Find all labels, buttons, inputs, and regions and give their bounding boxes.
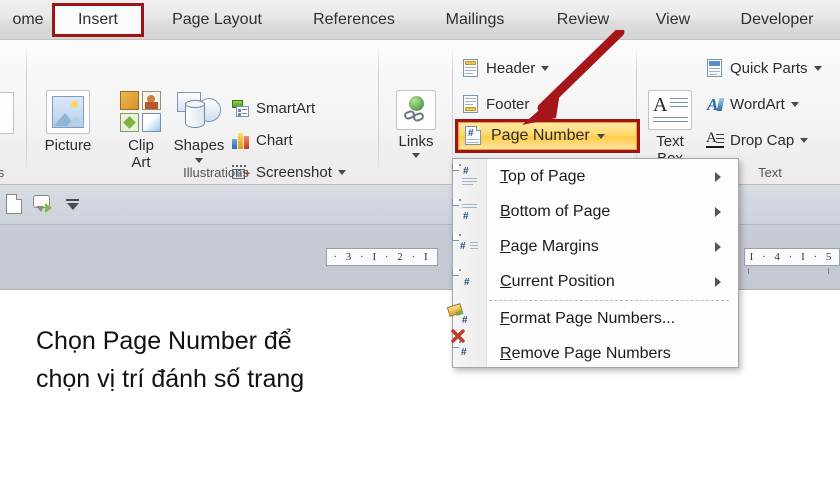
drop-cap-label: Drop Cap: [730, 131, 795, 149]
links-icon: [396, 90, 436, 130]
group-divider: [26, 46, 27, 174]
header-label: Header: [486, 59, 536, 77]
menu-item-top-of-page[interactable]: # Top of Page: [452, 159, 739, 194]
tab-review[interactable]: Review: [542, 6, 624, 34]
remove-page-numbers-icon: #: [451, 328, 483, 367]
chart-label: Chart: [256, 131, 293, 149]
drop-cap-button[interactable]: A Drop Cap: [706, 128, 809, 152]
wordart-dropdown-arrow[interactable]: [790, 101, 799, 107]
word-window: ome Insert Page Layout References Mailin…: [0, 0, 840, 500]
ruler-left[interactable]: · 3 · I · 2 · I: [326, 248, 438, 266]
clip-art-button[interactable]: Clip Art: [110, 90, 172, 171]
comment-icon[interactable]: [33, 195, 53, 213]
menu-item-bottom-of-page[interactable]: # Bottom of Page: [452, 194, 739, 229]
header-button[interactable]: Header: [462, 56, 550, 80]
chart-button[interactable]: Chart: [232, 128, 293, 152]
clip-art-icon: [119, 90, 163, 134]
page-number-button-highlight: # Page Number: [455, 119, 640, 153]
tab-mailings[interactable]: Mailings: [428, 6, 522, 34]
new-document-icon[interactable]: [6, 194, 22, 214]
tab-insert[interactable]: Insert: [52, 3, 144, 37]
quick-parts-dropdown-arrow[interactable]: [813, 65, 822, 71]
picture-button[interactable]: Picture: [32, 90, 104, 154]
header-dropdown-arrow[interactable]: [541, 65, 550, 71]
submenu-arrow-icon: [715, 206, 721, 217]
group-divider: [378, 46, 379, 174]
picture-icon: [46, 90, 90, 134]
group-label-illustrations: Illustrations: [183, 165, 249, 180]
chart-icon: [232, 131, 250, 149]
page-number-margins-icon: #: [452, 233, 483, 260]
page-number-dropdown[interactable]: # Top of Page # Bottom of Page # Page Ma…: [446, 158, 739, 371]
smartart-button[interactable]: SmartArt: [232, 96, 315, 120]
menu-item-remove-page-numbers[interactable]: # Remove Page Numbers: [451, 328, 739, 371]
submenu-arrow-icon: [715, 171, 721, 182]
page-number-top-icon: #: [452, 163, 483, 190]
page-number-button[interactable]: # Page Number: [458, 122, 637, 150]
menu-item-label: Format Page Numbers...: [500, 309, 676, 327]
annotation-line-2: chọn vị trí đánh số trang: [36, 365, 305, 393]
text-box-button[interactable]: A Text Box: [642, 90, 698, 167]
submenu-arrow-icon: [715, 276, 721, 287]
smartart-icon: [232, 99, 250, 117]
smartart-label: SmartArt: [256, 99, 316, 117]
tables-button-cut[interactable]: [0, 92, 14, 134]
quick-parts-icon: [706, 59, 724, 77]
menu-item-format-page-numbers[interactable]: # Format Page Numbers...: [446, 301, 739, 336]
ruler-tick: [748, 268, 749, 274]
tab-page-layout[interactable]: Page Layout: [158, 6, 276, 34]
menu-item-label: Remove Page Numbers: [500, 344, 671, 362]
footer-icon: [462, 95, 480, 113]
links-button[interactable]: Links: [388, 90, 444, 165]
quick-parts-label: Quick Parts: [730, 59, 808, 77]
page-number-current-icon: #: [452, 268, 483, 295]
ruler-tick: [828, 268, 829, 274]
tab-references[interactable]: References: [296, 6, 412, 34]
menu-item-current-position[interactable]: # Current Position: [452, 264, 739, 299]
page-number-label: Page Number: [491, 127, 590, 144]
group-divider: [452, 46, 453, 174]
drop-cap-icon: A: [706, 131, 724, 149]
drop-cap-dropdown-arrow[interactable]: [800, 137, 809, 143]
ribbon-tab-bar: ome Insert Page Layout References Mailin…: [0, 0, 840, 40]
group-divider: [636, 46, 637, 174]
menu-item-label: Top of Page: [500, 167, 586, 185]
toolbar-overflow-icon[interactable]: [66, 199, 79, 210]
shapes-button[interactable]: Shapes: [168, 90, 230, 170]
annotation-text: Chọn Page Number để chọn vị trí đánh số …: [36, 322, 436, 398]
tab-developer[interactable]: Developer: [722, 6, 832, 34]
group-label-tables: s: [0, 165, 5, 180]
text-box-icon: A: [648, 90, 692, 130]
menu-item-label: Bottom of Page: [500, 202, 611, 220]
wordart-icon: A: [706, 95, 725, 113]
menu-item-label: Page Margins: [500, 237, 599, 255]
menu-item-label: Current Position: [500, 272, 615, 290]
ruler-right[interactable]: I · 4 · I · 5: [744, 248, 840, 266]
page-number-icon: #: [465, 126, 484, 146]
quick-parts-button[interactable]: Quick Parts: [706, 56, 822, 80]
picture-label: Picture: [44, 137, 92, 154]
header-icon: [462, 59, 480, 77]
tab-view[interactable]: View: [640, 6, 706, 34]
page-number-dropdown-arrow[interactable]: [596, 133, 605, 139]
wordart-button[interactable]: A WordArt: [706, 92, 799, 116]
links-dropdown-arrow[interactable]: [388, 147, 444, 165]
annotation-line-1: Chọn Page Number để: [36, 327, 292, 355]
footer-label: Footer: [486, 95, 530, 113]
footer-button[interactable]: Footer: [462, 92, 529, 116]
wordart-label: WordArt: [730, 95, 785, 113]
submenu-arrow-icon: [715, 241, 721, 252]
shapes-icon: [175, 90, 223, 134]
page-number-bottom-icon: #: [452, 198, 483, 225]
menu-item-page-margins[interactable]: # Page Margins: [452, 229, 739, 264]
